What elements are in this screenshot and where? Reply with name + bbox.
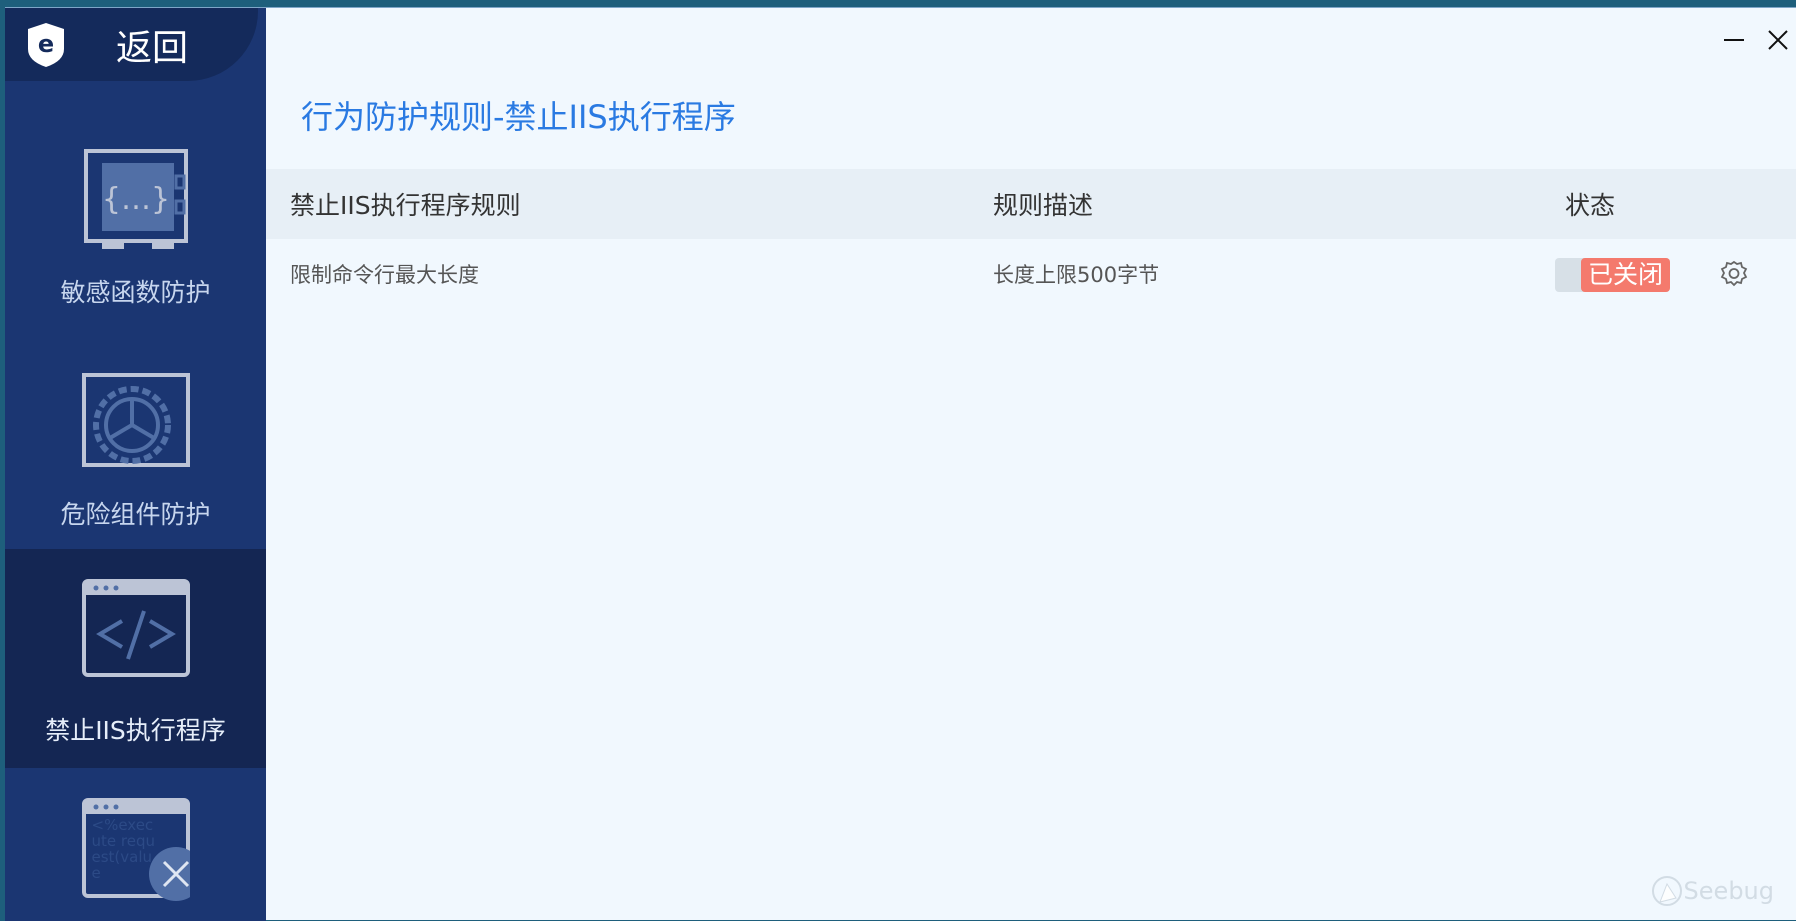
- sidebar-item-block-iis-exec[interactable]: 禁止IIS执行程序: [5, 549, 266, 768]
- sidebar-item-execute-request[interactable]: <%execute request(value: [5, 768, 266, 920]
- seebug-logo-icon: [1651, 876, 1682, 906]
- table-row: 限制命令行最大长度 长度上限500字节 已关闭: [266, 246, 1796, 302]
- watermark: Seebug: [1650, 874, 1774, 908]
- table-header: 禁止IIS执行程序规则 规则描述 状态: [266, 169, 1796, 239]
- status-label: 已关闭: [1581, 258, 1670, 292]
- gear-window-icon: [81, 373, 190, 467]
- status-toggle[interactable]: 已关闭: [1555, 258, 1670, 292]
- back-button[interactable]: 返回: [116, 19, 188, 71]
- app-logo-icon: e: [28, 22, 64, 67]
- svg-text:e: e: [38, 30, 54, 58]
- column-header-rule: 禁止IIS执行程序规则: [290, 191, 521, 220]
- rule-name: 限制命令行最大长度: [290, 263, 479, 287]
- blocked-x-icon: [148, 847, 190, 901]
- minimize-icon[interactable]: [1722, 28, 1746, 52]
- sidebar-item-label: 敏感函数防护: [60, 278, 211, 307]
- sidebar: e 返回 {…} 敏感函数防护 危险组件防护 禁止IIS执行程序 <%execu…: [5, 8, 266, 921]
- main-panel: 行为防护规则-禁止IIS执行程序 禁止IIS执行程序规则 规则描述 状态 限制命…: [266, 8, 1796, 920]
- execute-request-blocked-icon: <%execute request(value: [81, 798, 190, 906]
- sidebar-item-label: 禁止IIS执行程序: [45, 716, 226, 745]
- code-window-icon: [81, 579, 190, 677]
- safe-braces-icon: {…}: [83, 149, 188, 249]
- sidebar-item-sensitive-functions[interactable]: {…} 敏感函数防护: [5, 111, 266, 330]
- sidebar-item-label: 危险组件防护: [60, 500, 211, 529]
- watermark-text: Seebug: [1683, 877, 1774, 905]
- page-title: 行为防护规则-禁止IIS执行程序: [301, 98, 736, 136]
- column-header-status: 状态: [1565, 191, 1616, 220]
- app-window: e 返回 {…} 敏感函数防护 危险组件防护 禁止IIS执行程序 <%execu…: [5, 7, 1796, 921]
- column-header-description: 规则描述: [993, 191, 1094, 220]
- sidebar-item-dangerous-components[interactable]: 危险组件防护: [5, 333, 266, 552]
- sidebar-header: e 返回: [5, 8, 258, 81]
- close-icon[interactable]: [1766, 28, 1790, 52]
- svg-text:{…}: {…}: [101, 182, 169, 217]
- gear-icon[interactable]: [1719, 259, 1749, 289]
- rule-description: 长度上限500字节: [993, 263, 1160, 287]
